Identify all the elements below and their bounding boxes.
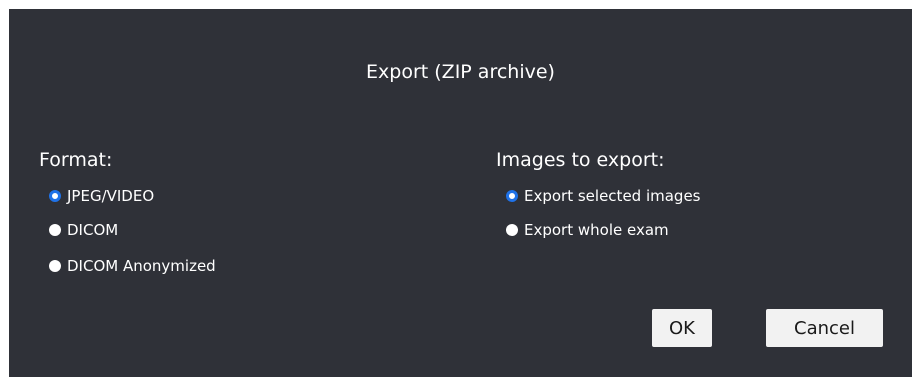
format-option-label: JPEG/VIDEO <box>67 187 155 205</box>
format-label: Format: <box>39 149 113 171</box>
format-option-dicom-anonymized[interactable]: DICOM Anonymized <box>49 254 216 278</box>
dialog-title: Export (ZIP archive) <box>366 61 555 83</box>
cancel-button[interactable]: Cancel <box>766 309 883 347</box>
export-dialog: Export (ZIP archive) Format: JPEG/VIDEO … <box>9 9 912 377</box>
images-to-export-label: Images to export: <box>496 149 665 171</box>
images-option-label: Export selected images <box>524 187 701 205</box>
format-option-dicom[interactable]: DICOM <box>49 218 118 242</box>
format-option-label: DICOM Anonymized <box>67 257 216 275</box>
format-option-label: DICOM <box>67 221 119 239</box>
radio-checked-icon[interactable] <box>506 190 518 202</box>
images-option-whole-exam[interactable]: Export whole exam <box>506 218 669 242</box>
format-option-jpeg-video[interactable]: JPEG/VIDEO <box>49 184 154 208</box>
images-option-selected[interactable]: Export selected images <box>506 184 701 208</box>
radio-unchecked-icon[interactable] <box>49 260 61 272</box>
radio-unchecked-icon[interactable] <box>49 224 61 236</box>
images-option-label: Export whole exam <box>524 221 669 239</box>
radio-unchecked-icon[interactable] <box>506 224 518 236</box>
ok-button[interactable]: OK <box>652 309 712 347</box>
radio-checked-icon[interactable] <box>49 190 61 202</box>
